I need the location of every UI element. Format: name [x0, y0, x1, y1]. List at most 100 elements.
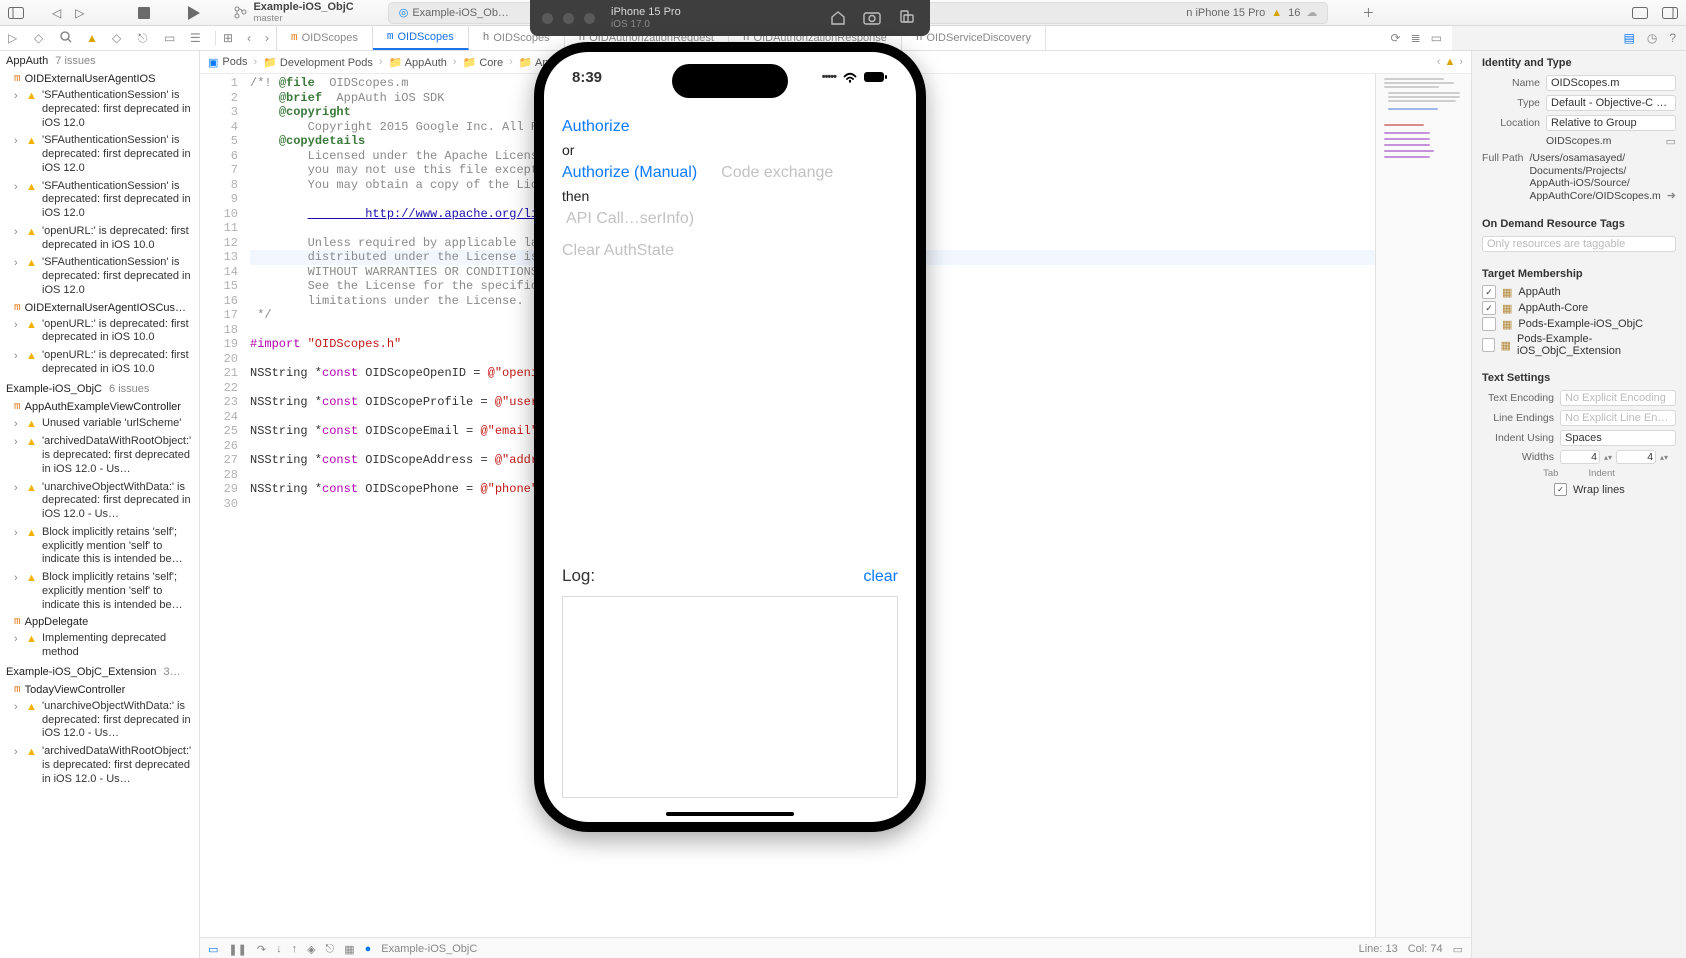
library-icon[interactable]	[1632, 7, 1648, 19]
authorize-manual-button[interactable]: Authorize (Manual)	[562, 160, 697, 186]
issue-item[interactable]: ›▲'SFAuthenticationSession' is deprecate…	[0, 254, 199, 299]
issue-item[interactable]: ›▲Block implicitly retains 'self'; expli…	[0, 524, 199, 569]
crumb-item[interactable]: Pods	[222, 56, 247, 68]
api-call-button[interactable]: API Call…serInfo)	[562, 206, 898, 232]
memory-icon[interactable]: ⎋	[326, 943, 335, 956]
home-indicator[interactable]	[666, 812, 794, 816]
target-row[interactable]: ✓▦AppAuth-Core	[1472, 300, 1686, 316]
console-toggle-icon[interactable]: ▭	[1453, 943, 1463, 956]
nav-fwd-icon[interactable]: ▷	[75, 6, 84, 20]
lines-icon[interactable]: ≣	[1411, 31, 1421, 45]
simulate-loc-icon[interactable]: ▦	[344, 943, 354, 956]
issue-item[interactable]: ›▲'SFAuthenticationSession' is deprecate…	[0, 132, 199, 177]
folder-icon[interactable]: ▭	[1666, 135, 1676, 148]
issue-item[interactable]: ›▲'unarchiveObjectWithData:' is deprecat…	[0, 698, 199, 743]
issue-group[interactable]: Example-iOS_ObjC 6 issues	[0, 379, 199, 399]
issue-item[interactable]: ›▲Unused variable 'urlScheme'	[0, 415, 199, 434]
nav-tests-icon[interactable]: ◇	[112, 31, 126, 45]
issue-item[interactable]: ›▲'openURL:' is deprecated: first deprec…	[0, 316, 199, 348]
nav-search-icon[interactable]	[60, 31, 74, 45]
issue-item[interactable]: ›▲'archivedDataWithRootObject:' is depre…	[0, 433, 199, 478]
max-traffic-icon[interactable]	[584, 13, 595, 24]
target-row[interactable]: ▦Pods-Example-iOS_ObjC_Extension	[1472, 332, 1686, 358]
editor-fwd-icon[interactable]: ›	[265, 31, 269, 45]
issue-item[interactable]: ›▲'SFAuthenticationSession' is deprecate…	[0, 178, 199, 223]
issue-item[interactable]: ›▲'SFAuthenticationSession' is deprecate…	[0, 87, 199, 132]
issue-item[interactable]: ›▲Implementing deprecated method	[0, 630, 199, 662]
editor-tab[interactable]: mOIDScopes	[373, 26, 469, 50]
location-select[interactable]: Relative to Group	[1546, 115, 1676, 131]
step-over-icon[interactable]: ↷	[257, 943, 266, 956]
refresh-icon[interactable]: ⟳	[1391, 31, 1401, 45]
file-inspector-tab-icon[interactable]: ▤	[1623, 31, 1634, 45]
debug-toggle-icon[interactable]: ▭	[208, 943, 218, 956]
nav-issues-icon[interactable]: ▲	[86, 31, 100, 45]
type-select[interactable]: Default - Objective-C Sou…	[1546, 95, 1676, 111]
nav-bookmark-icon[interactable]: ◇	[34, 31, 48, 45]
encoding-select[interactable]: No Explicit Encoding	[1560, 390, 1676, 406]
crumb-item[interactable]: 📁 Core	[463, 56, 504, 69]
step-into-icon[interactable]: ↓	[276, 943, 282, 955]
pause-icon[interactable]: ❚❚	[228, 943, 246, 956]
nav-back-icon[interactable]: ◁	[52, 6, 61, 20]
issue-group[interactable]: AppAuth 7 issues	[0, 51, 199, 71]
issue-file[interactable]: m OIDExternalUserAgentIOSCus…	[0, 300, 199, 316]
rotate-icon[interactable]	[894, 6, 918, 30]
scheme-selector[interactable]: Example-iOS_ObjC master	[234, 1, 353, 24]
issue-file[interactable]: m AppAuthExampleViewController	[0, 399, 199, 415]
debug-crumb[interactable]: Example-iOS_ObjC	[381, 943, 477, 955]
history-inspector-tab-icon[interactable]: ◷	[1647, 31, 1657, 45]
indent-width-stepper[interactable]: 4	[1616, 450, 1656, 464]
odr-field[interactable]: Only resources are taggable	[1482, 236, 1676, 252]
run-icon[interactable]	[188, 6, 200, 20]
issue-group[interactable]: Example-iOS_ObjC_Extension 3…	[0, 662, 199, 682]
crumb-next-icon[interactable]: ›	[1459, 56, 1463, 68]
stop-icon[interactable]	[138, 7, 150, 19]
target-checkbox[interactable]: ✓	[1482, 301, 1496, 315]
issue-file[interactable]: m TodayViewController	[0, 682, 199, 698]
editor-tab[interactable]: mOIDScopes	[277, 26, 373, 50]
sidebar-toggle-icon[interactable]	[8, 7, 24, 19]
panel-icon[interactable]: ▭	[1431, 31, 1442, 45]
simulator-title-bar[interactable]: iPhone 15 ProiOS 17.0	[530, 0, 930, 36]
wrap-checkbox[interactable]: ✓	[1554, 483, 1567, 496]
nav-breakpoints-icon[interactable]: ▭	[164, 31, 178, 45]
close-traffic-icon[interactable]	[542, 13, 553, 24]
target-row[interactable]: ✓▦AppAuth	[1472, 284, 1686, 300]
target-row[interactable]: ▦Pods-Example-iOS_ObjC	[1472, 316, 1686, 332]
reveal-icon[interactable]: ➜	[1667, 189, 1676, 202]
target-checkbox[interactable]	[1482, 317, 1496, 331]
crumb-item[interactable]: 📁 Development Pods	[263, 56, 373, 69]
home-icon[interactable]	[826, 6, 850, 30]
crumb-item[interactable]: 📁 AppAuth	[389, 56, 447, 69]
issue-item[interactable]: ›▲'openURL:' is deprecated: first deprec…	[0, 223, 199, 255]
min-traffic-icon[interactable]	[563, 13, 574, 24]
issue-file[interactable]: m OIDExternalUserAgentIOS	[0, 71, 199, 87]
name-field[interactable]: OIDScopes.m	[1546, 75, 1676, 91]
clear-log-button[interactable]: clear	[863, 564, 898, 590]
target-checkbox[interactable]: ✓	[1482, 285, 1496, 299]
log-textview[interactable]	[562, 596, 898, 798]
target-checkbox[interactable]	[1482, 338, 1495, 352]
add-tab-icon[interactable]: ＋	[1362, 4, 1374, 21]
issue-item[interactable]: ›▲'openURL:' is deprecated: first deprec…	[0, 347, 199, 379]
authorize-button[interactable]: Authorize	[562, 114, 898, 140]
issue-navigator[interactable]: AppAuth 7 issuesm OIDExternalUserAgentIO…	[0, 51, 200, 958]
clear-authstate-button[interactable]: Clear AuthState	[562, 238, 898, 264]
crumb-prev-icon[interactable]: ‹	[1437, 56, 1441, 68]
issue-item[interactable]: ›▲'unarchiveObjectWithData:' is deprecat…	[0, 479, 199, 524]
tab-width-stepper[interactable]: 4	[1560, 450, 1600, 464]
code-exchange-button[interactable]: Code exchange	[721, 160, 833, 186]
help-inspector-tab-icon[interactable]: ?	[1669, 31, 1676, 45]
indent-select[interactable]: Spaces	[1560, 430, 1676, 446]
line-endings-select[interactable]: No Explicit Line Endings	[1560, 410, 1676, 426]
inspector-toggle-icon[interactable]	[1662, 7, 1678, 19]
screenshot-icon[interactable]	[860, 6, 884, 30]
minimap[interactable]	[1375, 74, 1471, 937]
issue-file[interactable]: m AppDelegate	[0, 614, 199, 630]
editor-grid-icon[interactable]: ⊞	[223, 31, 233, 45]
issue-item[interactable]: ›▲'archivedDataWithRootObject:' is depre…	[0, 743, 199, 788]
nav-debug-icon[interactable]: ⎋	[138, 31, 152, 45]
view-debug-icon[interactable]: ◈	[307, 943, 315, 956]
editor-back-icon[interactable]: ‹	[247, 31, 251, 45]
